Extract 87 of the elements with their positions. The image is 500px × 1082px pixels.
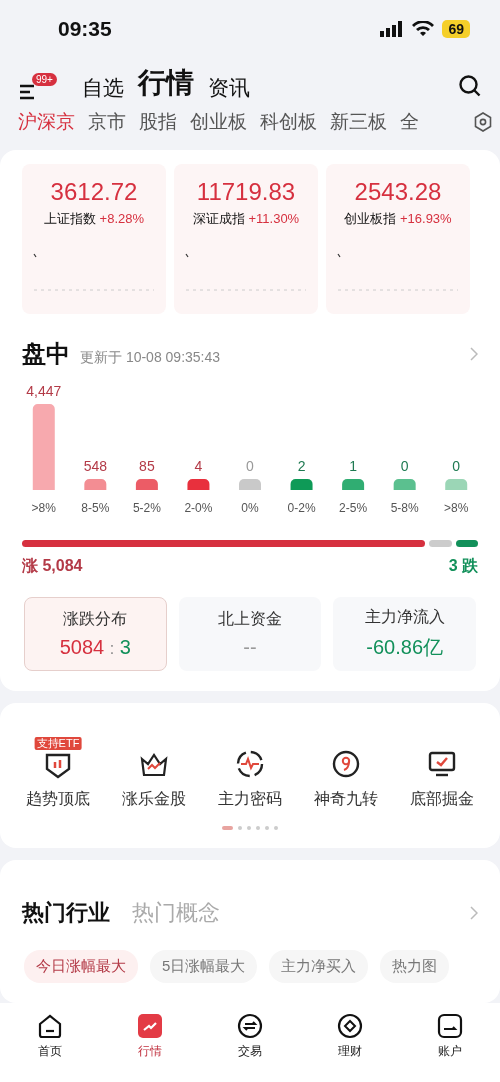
bar-value: 4 [194, 458, 203, 474]
section-title: 盘中 [22, 339, 70, 369]
index-value: 11719.83 [196, 178, 296, 206]
nav-item[interactable]: 理财 [315, 1013, 385, 1060]
filter-chip[interactable]: 热力图 [380, 950, 450, 983]
wifi-icon [412, 21, 435, 37]
distribution-bar [187, 479, 210, 490]
tool-shortcut[interactable]: 底部掘金 [394, 733, 490, 810]
home-icon [37, 1013, 63, 1039]
bar-label: 5-8% [390, 501, 419, 515]
signal-icon [380, 21, 405, 37]
index-card[interactable]: 2543.28 创业板指 +16.93% [326, 164, 470, 314]
notification-badge: 99+ [32, 73, 57, 86]
distribution-bar [290, 479, 313, 490]
coin-icon [337, 1013, 363, 1039]
filter-chip[interactable]: 今日涨幅最大 [24, 950, 138, 983]
distribution-bar [84, 479, 107, 490]
flat-bar [429, 540, 452, 547]
index-value: 3612.72 [50, 178, 138, 206]
exchange-icon [237, 1013, 263, 1039]
distribution-bar [135, 479, 158, 490]
distribution-bar [393, 479, 416, 490]
battery-level: 69 [442, 20, 470, 38]
bar-label: 2-5% [339, 501, 368, 515]
market-tab[interactable]: 京市 [88, 109, 126, 135]
index-card[interactable]: 3612.72 上证指数 +8.28% [22, 164, 166, 314]
tool-shortcut[interactable]: 涨乐金股 [106, 733, 202, 810]
bar-label: 0-2% [287, 501, 316, 515]
market-tab[interactable]: 股指 [139, 109, 177, 135]
bar-value: 0 [400, 458, 409, 474]
nine-circle-icon [331, 749, 361, 779]
account-icon [437, 1013, 463, 1039]
nav-item[interactable]: 行情 [115, 1013, 185, 1060]
market-tab[interactable]: 创业板 [190, 109, 247, 135]
market-tab[interactable]: 全 [400, 109, 419, 135]
tool-shortcut[interactable]: 支持ETF 趋势顶底 [10, 733, 106, 810]
nav-item[interactable]: 交易 [215, 1013, 285, 1060]
crown-icon [139, 751, 169, 779]
section-tab[interactable]: 热门行业 [22, 898, 110, 928]
tool-shortcut[interactable]: 神奇九转 [298, 733, 394, 810]
bar-label: 5-2% [132, 501, 161, 515]
rise-count: 涨 5,084 [22, 556, 83, 576]
bar-value: 0 [246, 458, 254, 474]
bar-value: 2 [297, 458, 306, 474]
search-icon[interactable] [458, 74, 482, 98]
index-card[interactable]: 11719.83 深证成指 +11.30% [174, 164, 318, 314]
stat-tile[interactable]: 涨跌分布 5084 : 3 [24, 597, 167, 671]
hexagon-settings-icon[interactable] [474, 112, 492, 132]
bar-label: 0% [241, 501, 259, 515]
bar-value: 548 [83, 458, 107, 474]
bar-value: 85 [139, 458, 155, 474]
bar-value: 0 [452, 458, 461, 474]
nav-item[interactable]: 账户 [415, 1013, 485, 1060]
nav-item[interactable]: 首页 [15, 1013, 85, 1060]
header-tab[interactable]: 自选 [82, 74, 124, 102]
index-name: 上证指数 +8.28% [43, 210, 145, 228]
distribution-bar [445, 479, 468, 490]
bar-label: 8-5% [81, 501, 110, 515]
distribution-bar [239, 479, 261, 490]
filter-chip[interactable]: 5日涨幅最大 [150, 950, 258, 983]
update-time: 更新于 10-08 09:35:43 [80, 349, 221, 367]
market-tab[interactable]: 沪深京 [18, 109, 75, 135]
bar-value: 4,447 [26, 383, 62, 399]
distribution-bar [342, 479, 365, 490]
fall-bar [455, 540, 478, 547]
pulse-icon [235, 749, 265, 779]
monitor-chart-icon [427, 749, 457, 779]
stat-tile[interactable]: 北上资金 -- [178, 597, 322, 671]
bar-value: 1 [349, 458, 357, 474]
index-name: 创业板指 +16.93% [344, 210, 452, 228]
shield-chart-icon [44, 751, 72, 779]
bar-label: 2-0% [184, 501, 213, 515]
index-value: 2543.28 [354, 178, 442, 206]
stat-tile[interactable]: 主力净流入 -60.86亿 [333, 597, 476, 671]
trend-icon [137, 1013, 163, 1039]
filter-chip[interactable]: 主力净买入 [269, 950, 369, 983]
bar-label: >8% [31, 501, 56, 515]
status-time: 09:35 [58, 17, 112, 41]
header-tab[interactable]: 行情 [138, 64, 194, 102]
tool-shortcut[interactable]: 主力密码 [202, 733, 298, 810]
menu-icon[interactable] [20, 84, 36, 100]
market-tab[interactable]: 科创板 [260, 109, 317, 135]
index-name: 深证成指 +11.30% [192, 210, 300, 228]
fall-count: 3 跌 [448, 556, 478, 576]
market-tab[interactable]: 新三板 [330, 109, 387, 135]
bar-label: >8% [444, 501, 469, 515]
header-tab[interactable]: 资讯 [208, 74, 250, 102]
